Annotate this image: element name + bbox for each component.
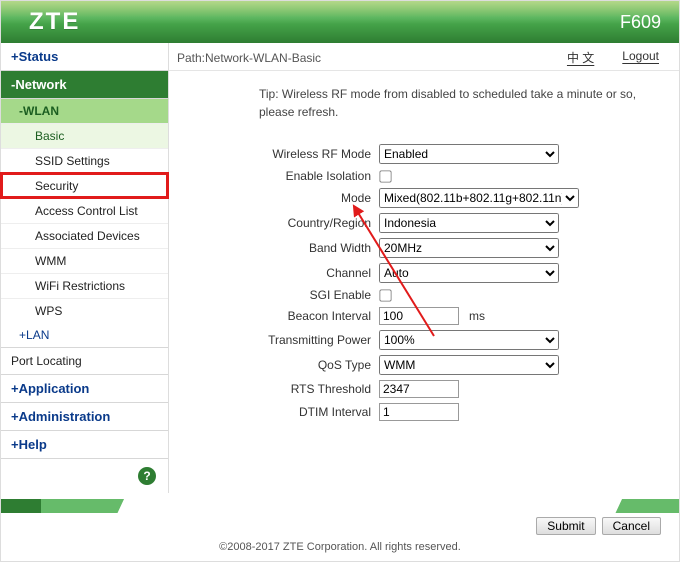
label-txpower: Transmitting Power: [169, 333, 379, 347]
select-bandwidth[interactable]: 20MHz: [379, 238, 559, 258]
label-rts: RTS Threshold: [169, 382, 379, 396]
tip-text: Tip: Wireless RF mode from disabled to s…: [169, 71, 679, 135]
sidebar-item-wmm[interactable]: WMM: [1, 248, 168, 273]
breadcrumb: Path:Network-WLAN-Basic: [177, 51, 321, 65]
sidebar-item-wps[interactable]: WPS: [1, 298, 168, 323]
app-header: ZTE F609: [1, 1, 679, 43]
label-isolation: Enable Isolation: [169, 169, 379, 183]
select-rfmode[interactable]: Enabled: [379, 144, 559, 164]
sidebar: Status Network WLAN Basic SSID Settings …: [1, 43, 169, 493]
label-rfmode: Wireless RF Mode: [169, 147, 379, 161]
model-label: F609: [620, 12, 661, 33]
brand-logo: ZTE: [29, 8, 80, 36]
sidebar-item-status[interactable]: Status: [1, 43, 168, 71]
checkbox-isolation[interactable]: [379, 170, 391, 182]
label-channel: Channel: [169, 266, 379, 280]
select-country[interactable]: Indonesia: [379, 213, 559, 233]
sidebar-item-administration[interactable]: Administration: [1, 403, 168, 431]
main-content: Path:Network-WLAN-Basic 中 文 Logout Tip: …: [169, 43, 679, 493]
label-sgi: SGI Enable: [169, 288, 379, 302]
label-qos: QoS Type: [169, 358, 379, 372]
sidebar-item-basic[interactable]: Basic: [1, 123, 168, 148]
sidebar-item-network[interactable]: Network: [1, 71, 168, 99]
lang-link[interactable]: 中 文: [567, 49, 594, 66]
input-rts[interactable]: [379, 380, 459, 398]
cancel-button[interactable]: Cancel: [602, 517, 661, 535]
sidebar-item-wifi-restrictions[interactable]: WiFi Restrictions: [1, 273, 168, 298]
footer-stripe: [1, 499, 679, 513]
sidebar-item-wlan[interactable]: WLAN: [1, 99, 168, 123]
unit-ms: ms: [469, 309, 485, 323]
select-txpower[interactable]: 100%: [379, 330, 559, 350]
submit-button[interactable]: Submit: [536, 517, 595, 535]
label-country: Country/Region: [169, 216, 379, 230]
select-channel[interactable]: Auto: [379, 263, 559, 283]
select-mode[interactable]: Mixed(802.11b+802.11g+802.11n): [379, 188, 579, 208]
label-dtim: DTIM Interval: [169, 405, 379, 419]
label-beacon: Beacon Interval: [169, 309, 379, 323]
checkbox-sgi[interactable]: [379, 289, 391, 301]
select-qos[interactable]: WMM: [379, 355, 559, 375]
label-bandwidth: Band Width: [169, 241, 379, 255]
sidebar-item-ssid-settings[interactable]: SSID Settings: [1, 148, 168, 173]
sidebar-item-access-control-list[interactable]: Access Control List: [1, 198, 168, 223]
sidebar-item-application[interactable]: Application: [1, 375, 168, 403]
sidebar-item-help[interactable]: Help: [1, 431, 168, 459]
sidebar-item-associated-devices[interactable]: Associated Devices: [1, 223, 168, 248]
label-mode: Mode: [169, 191, 379, 205]
sidebar-item-lan[interactable]: LAN: [1, 323, 168, 348]
help-icon[interactable]: ?: [138, 467, 156, 485]
logout-link[interactable]: Logout: [622, 49, 659, 66]
sidebar-item-port-locating[interactable]: Port Locating: [1, 348, 168, 375]
copyright-text: ©2008-2017 ZTE Corporation. All rights r…: [1, 537, 679, 561]
input-dtim[interactable]: [379, 403, 459, 421]
sidebar-item-security[interactable]: Security: [1, 173, 168, 198]
input-beacon[interactable]: [379, 307, 459, 325]
